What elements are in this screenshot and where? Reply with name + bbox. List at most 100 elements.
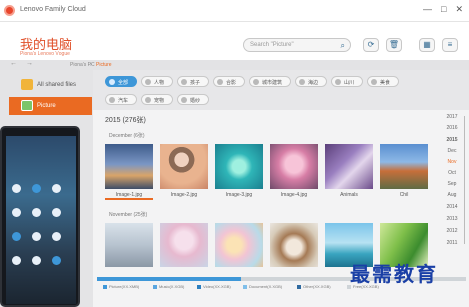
timeline-item[interactable]: 2017: [440, 114, 464, 120]
timeline-item[interactable]: Sep: [440, 181, 464, 187]
timeline-item[interactable]: 2011: [440, 240, 464, 246]
phone-app-icon: [52, 208, 61, 217]
child-icon: [181, 79, 187, 85]
filter-chip-kids[interactable]: 孩子: [177, 76, 209, 87]
phone-app-icon: [52, 184, 61, 193]
photo-caption: Image-1.jpg: [105, 192, 153, 200]
sidebar-item-label: Picture: [37, 103, 56, 109]
photo-thumbnail[interactable]: [105, 144, 153, 189]
search-input[interactable]: Search "Picture" ⌕: [243, 38, 351, 52]
hamburger-icon: ≡: [447, 40, 453, 49]
timeline-item[interactable]: Oct: [440, 170, 464, 176]
photo-caption: Image-3.jpg: [225, 192, 253, 198]
phone-app-icon: [12, 256, 21, 265]
section-label-december: December (6张): [109, 133, 145, 139]
timeline-item[interactable]: 2016: [440, 125, 464, 131]
phone-screen: [6, 136, 76, 304]
sidebar-item-all-shared[interactable]: All shared files: [9, 76, 92, 94]
filter-chip-all[interactable]: 全部: [105, 76, 137, 87]
timeline-item[interactable]: Dec: [440, 148, 464, 154]
timeline-item[interactable]: 2012: [440, 228, 464, 234]
building-icon: [253, 79, 259, 85]
legend-item: Document(X.XGB): [243, 284, 282, 289]
filter-chip-people[interactable]: 人物: [141, 76, 173, 87]
filter-chip-city[interactable]: 城市建筑: [249, 76, 291, 87]
photo-caption: Image-4.jpg: [280, 192, 308, 198]
header: 我的电脑 Рiona's Lenovo Vоgue Search "Pictur…: [0, 22, 469, 62]
wedding-icon: [181, 97, 187, 103]
forward-arrow-icon[interactable]: →: [26, 60, 33, 67]
person-icon: [145, 79, 151, 85]
photo-caption: Chil: [399, 192, 409, 198]
menu-button[interactable]: ≡: [442, 38, 458, 52]
photo-thumbnail[interactable]: [160, 144, 208, 189]
food-icon: [371, 79, 377, 85]
phone-app-icon: [32, 256, 41, 265]
app-logo-icon: [4, 5, 15, 16]
beach-icon: [299, 79, 305, 85]
user-subtitle: Рiona's Lenovo Vоgue: [20, 51, 70, 57]
window-titlebar: Lenovo Family Cloud — □ ✕: [0, 0, 469, 22]
breadcrumb-separator: ›: [90, 62, 92, 68]
legend-item: Picture(XX.XMB): [103, 284, 139, 289]
filter-bar: 全部 人物 孩子 合影 城市建筑 海边 山川 美食 汽车 宠物 婚纱: [93, 70, 469, 110]
photo-thumbnail[interactable]: [105, 223, 153, 267]
grid-icon: ▦: [423, 40, 431, 49]
timeline-item-current[interactable]: Nov: [440, 159, 464, 165]
refresh-icon: ⟳: [367, 40, 375, 49]
window-controls: — □ ✕: [423, 4, 463, 15]
folder-icon: [21, 79, 33, 90]
filter-chip-group[interactable]: 合影: [213, 76, 245, 87]
photo-thumbnail[interactable]: [325, 144, 373, 189]
filter-chip-food[interactable]: 美食: [367, 76, 399, 87]
picture-icon: [21, 100, 33, 111]
phone-device-image: [0, 126, 80, 307]
timeline-item[interactable]: Aug: [440, 192, 464, 198]
car-icon: [109, 97, 115, 103]
sidebar-item-picture[interactable]: Picture: [9, 97, 92, 115]
phone-app-icon: [12, 184, 21, 193]
phone-app-icon: [12, 208, 21, 217]
timeline-item[interactable]: 2014: [440, 204, 464, 210]
filter-chip-car[interactable]: 汽车: [105, 94, 137, 105]
legend-item: Video(XX.XGB): [197, 284, 231, 289]
filter-chip-wedding[interactable]: 婚纱: [177, 94, 209, 105]
photo-thumbnail[interactable]: [270, 144, 318, 189]
photo-thumbnail[interactable]: [160, 223, 208, 267]
sync-button[interactable]: ⟳: [363, 38, 379, 52]
mountain-icon: [335, 79, 341, 85]
sidebar-item-label: All shared files: [37, 82, 77, 88]
photo-thumbnail[interactable]: [380, 144, 428, 189]
timeline-item[interactable]: 2015: [440, 137, 464, 143]
photo-thumbnail[interactable]: [270, 223, 318, 267]
search-icon[interactable]: ⌕: [341, 41, 345, 51]
app-title: Lenovo Family Cloud: [20, 6, 86, 13]
filter-chip-seaside[interactable]: 海边: [295, 76, 327, 87]
phone-app-icon: [52, 256, 61, 265]
filter-chip-pet[interactable]: 宠物: [141, 94, 173, 105]
photo-caption: Animals: [340, 192, 358, 198]
legend-item: Music(X.XGB): [153, 284, 184, 289]
back-arrow-icon[interactable]: ←: [10, 60, 17, 67]
timeline-track: [464, 116, 465, 244]
pet-icon: [145, 97, 151, 103]
navigation-bar: ← → Piona's PC › Picture: [0, 60, 469, 70]
filter-chip-mountain[interactable]: 山川: [331, 76, 363, 87]
photo-thumbnail[interactable]: [215, 223, 263, 267]
maximize-button[interactable]: □: [441, 4, 446, 15]
grid-view-button[interactable]: ▦: [419, 38, 435, 52]
delete-button[interactable]: 🗑: [386, 38, 402, 52]
year-heading: 2015 (276张): [105, 117, 146, 124]
photo-thumbnail[interactable]: [215, 144, 263, 189]
section-label-november: November (25张): [109, 212, 148, 218]
close-button[interactable]: ✕: [455, 4, 463, 15]
phone-app-icon: [32, 208, 41, 217]
timeline-item[interactable]: 2013: [440, 216, 464, 222]
minimize-button[interactable]: —: [423, 4, 432, 15]
phone-app-icon: [32, 232, 41, 241]
breadcrumb-current: Picture: [96, 62, 112, 68]
photo-caption: Image-2.jpg: [170, 192, 198, 198]
timeline: 2017 2016 2015 Dec Nov Oct Sep Aug 2014 …: [440, 114, 464, 246]
legend-item: Other(XX.XGB): [297, 284, 331, 289]
phone-app-icon: [52, 232, 61, 241]
